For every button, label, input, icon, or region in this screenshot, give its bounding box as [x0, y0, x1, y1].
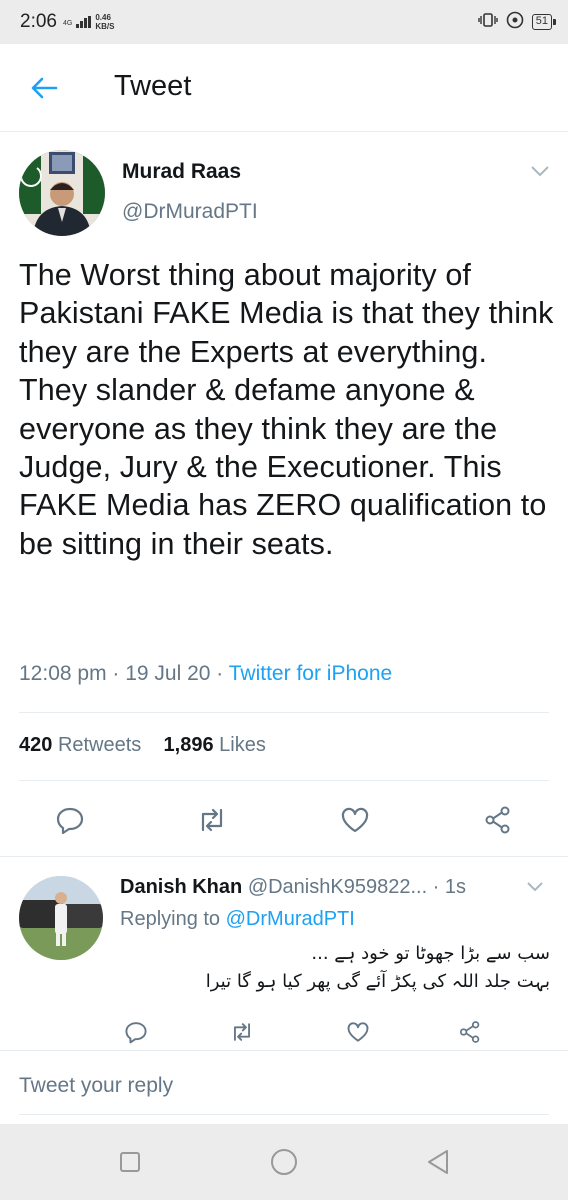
- retweet-icon: [201, 808, 223, 832]
- likes-stat[interactable]: 1,896 Likes: [164, 734, 266, 756]
- reply-text-line: بہت جلد اللہ کی پکڑ آئے گی پھر کیا ہو گا…: [205, 971, 550, 992]
- network-speed: 0.46 KB/S: [95, 13, 114, 31]
- likes-count: 1,896: [163, 734, 214, 756]
- reply-share-button[interactable]: [454, 1016, 486, 1048]
- reply-author-avatar[interactable]: [19, 876, 103, 960]
- tweet-text: The Worst thing about majority of Pakist…: [19, 258, 554, 561]
- reply-author-handle[interactable]: @DanishK959822...: [248, 876, 427, 898]
- reply-retweet-button[interactable]: [226, 1016, 258, 1048]
- system-nav-bar: [0, 1124, 568, 1200]
- likes-label: Likes: [219, 734, 266, 756]
- tweet-stats: 420 Retweets 1,896 Likes: [19, 734, 266, 757]
- status-icons: 51: [478, 11, 557, 34]
- reply-avatar-photo: [19, 876, 103, 960]
- retweet-button[interactable]: [192, 800, 232, 840]
- tweet-menu-button[interactable]: [530, 164, 550, 183]
- reply-age: 1s: [444, 876, 467, 898]
- divider: [0, 1050, 568, 1051]
- share-button[interactable]: [478, 800, 518, 840]
- reply-header: Danish Khan @DanishK959822... · 1s: [120, 876, 467, 898]
- retweets-count: 420: [19, 734, 53, 756]
- divider: [0, 856, 568, 857]
- status-time: 2:06: [20, 11, 57, 32]
- reply-like-button[interactable]: [342, 1016, 374, 1048]
- chevron-down-icon: [527, 882, 543, 892]
- reply-actions: [0, 1016, 568, 1048]
- heart-icon: [347, 1022, 369, 1042]
- compose-underline: [19, 1114, 549, 1115]
- like-button[interactable]: [335, 800, 375, 840]
- replying-prefix: Replying to: [120, 908, 221, 930]
- chevron-down-icon: [531, 166, 549, 177]
- wifi-hotspot-icon: [506, 11, 524, 34]
- page-title: Tweet: [114, 70, 192, 102]
- reply-menu-button[interactable]: [526, 880, 544, 898]
- reply-compose-input[interactable]: Tweet your reply: [19, 1074, 173, 1098]
- back-nav-button[interactable]: [420, 1144, 456, 1180]
- app-header: Tweet: [0, 44, 568, 132]
- vibrate-icon: [478, 12, 498, 33]
- home-button[interactable]: [266, 1144, 302, 1180]
- tweet-source-link[interactable]: Twitter for iPhone: [229, 662, 392, 685]
- network-speed-unit: KB/S: [95, 22, 115, 31]
- retweets-label: Retweets: [57, 734, 142, 756]
- author-name[interactable]: Murad Raas: [122, 160, 241, 184]
- triangle-back-icon: [428, 1150, 448, 1174]
- retweets-stat[interactable]: 420 Retweets: [19, 734, 141, 756]
- reply-text: سب سے بڑا جھوٹا تو خود ہے ... بہت جلد ال…: [120, 940, 550, 996]
- share-icon: [485, 806, 510, 834]
- replying-to: Replying to @DrMuradPTI: [120, 908, 355, 931]
- arrow-left-icon: [31, 77, 58, 99]
- retweet-icon: [233, 1023, 251, 1041]
- status-bar: 2:06 4G 0.46 KB/S 51: [0, 0, 568, 44]
- signal-bars-icon: [76, 16, 92, 28]
- author-handle[interactable]: @DrMuradPTI: [122, 200, 258, 224]
- square-icon: [120, 1152, 140, 1172]
- author-avatar[interactable]: [19, 150, 105, 236]
- reply-icon: [125, 1022, 147, 1044]
- signal-indicator: 4G: [62, 16, 92, 28]
- replying-to-mention[interactable]: @DrMuradPTI: [226, 908, 355, 930]
- network-type: 4G: [62, 20, 73, 27]
- reply-author-name[interactable]: Danish Khan: [120, 876, 242, 898]
- reply-text-line: سب سے بڑا جھوٹا تو خود ہے ...: [311, 943, 550, 964]
- share-icon: [459, 1021, 480, 1043]
- back-button[interactable]: [26, 72, 62, 104]
- reply-button[interactable]: [50, 800, 90, 840]
- tweet-date: 19 Jul 20: [125, 662, 211, 685]
- divider: [19, 780, 549, 781]
- circle-icon: [271, 1149, 297, 1175]
- heart-icon: [341, 807, 369, 833]
- network-speed-value: 0.46: [95, 13, 111, 22]
- divider: [19, 712, 549, 713]
- reply-reply-button[interactable]: [120, 1016, 152, 1048]
- battery-level: 51: [535, 15, 548, 27]
- tweet-time: 12:08 pm: [19, 662, 107, 685]
- recents-button[interactable]: [112, 1144, 148, 1180]
- reply-icon: [56, 807, 84, 835]
- tweet-actions: [0, 800, 568, 840]
- avatar-photo: [19, 150, 105, 236]
- battery-icon: 51: [531, 14, 557, 30]
- tweet-meta: 12:08 pm · 19 Jul 20 · Twitter for iPhon…: [19, 662, 393, 685]
